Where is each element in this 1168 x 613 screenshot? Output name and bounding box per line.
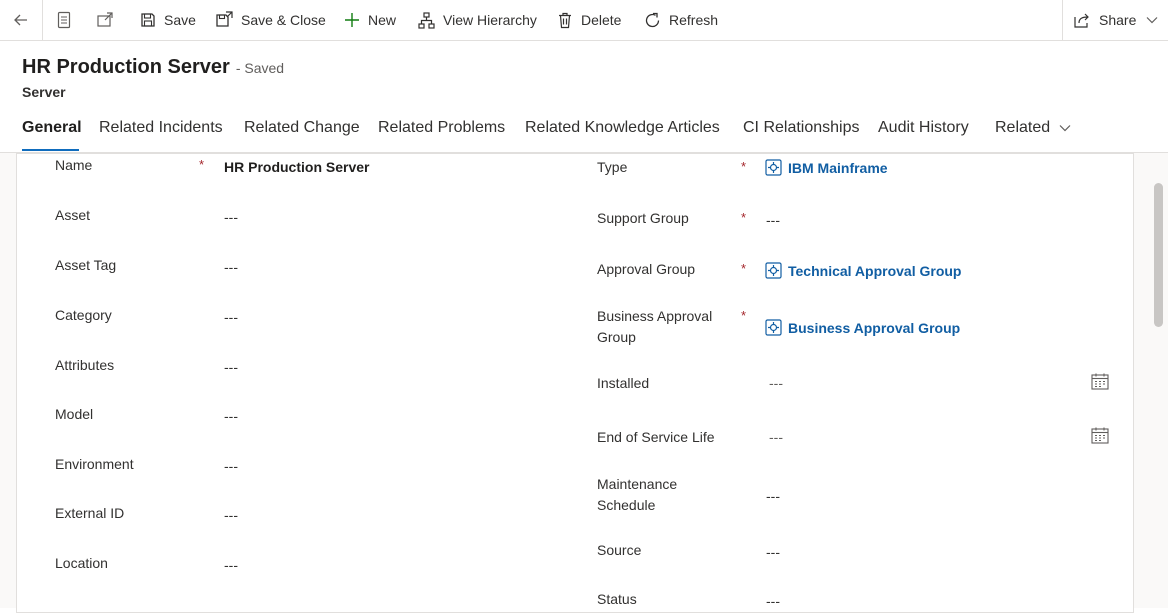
view-hierarchy-button[interactable]: View Hierarchy xyxy=(418,0,537,40)
save-close-icon xyxy=(216,11,233,27)
scrollbar-thumb[interactable] xyxy=(1154,183,1163,327)
required-marker: * xyxy=(741,210,747,225)
tab-related-problems[interactable]: Related Problems xyxy=(378,119,505,137)
business-approval-group-lookup[interactable]: Business Approval Group xyxy=(765,319,960,336)
end-of-service-life-label: End of Service Life xyxy=(597,429,715,445)
asset-label: Asset xyxy=(55,207,91,223)
environment-field[interactable]: --- xyxy=(224,458,238,474)
name-label: Name xyxy=(55,157,93,173)
approval-group-lookup[interactable]: Technical Approval Group xyxy=(765,262,961,279)
form-icon xyxy=(57,11,71,29)
attributes-field[interactable]: --- xyxy=(224,359,238,375)
tab-ci-relationships[interactable]: CI Relationships xyxy=(743,119,860,137)
business-approval-group-value: Business Approval Group xyxy=(788,319,961,336)
back-button[interactable] xyxy=(12,0,30,40)
tab-audit-history[interactable]: Audit History xyxy=(878,119,969,137)
tab-related-label: Related xyxy=(995,119,1051,136)
open-new-window-button[interactable] xyxy=(96,0,114,40)
tab-related-incidents[interactable]: Related Incidents xyxy=(99,119,223,137)
form-selector-button[interactable] xyxy=(56,0,72,40)
approval-group-value: Technical Approval Group xyxy=(788,262,962,279)
save-button[interactable]: Save xyxy=(140,0,196,40)
installed-label: Installed xyxy=(597,375,650,391)
category-field[interactable]: --- xyxy=(224,309,238,325)
save-close-label: Save & Close xyxy=(241,12,326,28)
model-label: Model xyxy=(55,406,94,422)
maintenance-schedule-label: Maintenance xyxy=(597,476,678,492)
popout-icon xyxy=(97,12,113,27)
save-icon xyxy=(141,13,155,27)
active-tab-indicator xyxy=(22,149,79,151)
category-label: Category xyxy=(55,307,112,323)
external-id-label: External ID xyxy=(55,505,125,521)
environment-label: Environment xyxy=(55,456,134,472)
general-section xyxy=(16,153,1134,613)
trash-icon xyxy=(559,12,571,28)
save-label: Save xyxy=(164,12,196,28)
end-of-service-life-field[interactable]: --- xyxy=(769,429,783,445)
maintenance-schedule-field[interactable]: --- xyxy=(766,488,780,504)
asset-tag-field[interactable]: --- xyxy=(224,259,238,275)
chevron-down-icon xyxy=(1059,125,1071,132)
type-lookup[interactable]: IBM Mainframe xyxy=(765,159,888,176)
delete-label: Delete xyxy=(581,12,622,28)
record-title: HR Production Server xyxy=(22,56,230,78)
entity-icon xyxy=(765,159,782,176)
command-bar: Save Save & Close New View Hierarchy Del… xyxy=(0,0,1168,41)
maintenance-schedule-label-line2: Schedule xyxy=(597,497,656,513)
tab-general[interactable]: General xyxy=(22,119,82,137)
location-label: Location xyxy=(55,555,108,571)
share-icon xyxy=(1074,13,1089,28)
save-close-button[interactable]: Save & Close xyxy=(215,0,326,40)
type-value: IBM Mainframe xyxy=(788,159,888,176)
required-marker: * xyxy=(741,308,747,323)
business-approval-group-label-line2: Group xyxy=(597,329,636,345)
calendar-icon[interactable] xyxy=(1091,427,1109,444)
save-status: - Saved xyxy=(235,60,285,76)
status-field[interactable]: --- xyxy=(766,593,780,609)
new-label: New xyxy=(368,12,397,28)
type-label: Type xyxy=(597,159,628,175)
attributes-label: Attributes xyxy=(55,357,115,373)
approval-group-label: Approval Group xyxy=(597,261,696,277)
tab-related[interactable]: Related xyxy=(995,119,1071,137)
plus-icon xyxy=(345,13,359,27)
new-button[interactable]: New xyxy=(344,0,396,40)
hierarchy-icon xyxy=(418,11,435,29)
tab-related-knowledge-articles[interactable]: Related Knowledge Articles xyxy=(525,119,720,137)
asset-field[interactable]: --- xyxy=(224,209,238,225)
delete-button[interactable]: Delete xyxy=(557,0,621,40)
tab-list: General Related Incidents Related Change… xyxy=(0,112,1168,152)
required-marker: * xyxy=(741,261,747,276)
refresh-button[interactable]: Refresh xyxy=(644,0,718,40)
chevron-down-icon xyxy=(1146,17,1158,24)
refresh-label: Refresh xyxy=(669,12,719,28)
entity-icon xyxy=(765,319,782,336)
calendar-icon[interactable] xyxy=(1091,373,1109,390)
location-field[interactable]: --- xyxy=(224,557,238,573)
support-group-field[interactable]: --- xyxy=(766,212,780,228)
back-arrow-icon xyxy=(14,14,27,26)
business-approval-group-label: Business Approval xyxy=(597,308,713,324)
record-header: HR Production Server - Saved xyxy=(22,56,284,82)
name-field[interactable]: HR Production Server xyxy=(224,159,369,175)
required-marker: * xyxy=(741,159,747,174)
refresh-icon xyxy=(645,12,660,27)
asset-tag-label: Asset Tag xyxy=(55,257,117,273)
tab-related-change[interactable]: Related Change xyxy=(244,119,360,137)
view-hierarchy-label: View Hierarchy xyxy=(443,12,537,28)
required-marker: * xyxy=(199,157,205,172)
status-label: Status xyxy=(597,591,637,607)
external-id-field[interactable]: --- xyxy=(224,507,238,523)
entity-name: Server xyxy=(22,84,66,100)
model-field[interactable]: --- xyxy=(224,408,238,424)
source-field[interactable]: --- xyxy=(766,544,780,560)
entity-icon xyxy=(765,262,782,279)
share-label: Share xyxy=(1099,12,1137,28)
support-group-label: Support Group xyxy=(597,210,689,226)
share-button[interactable]: Share xyxy=(1074,0,1158,40)
installed-field[interactable]: --- xyxy=(769,375,783,391)
source-label: Source xyxy=(597,542,642,558)
